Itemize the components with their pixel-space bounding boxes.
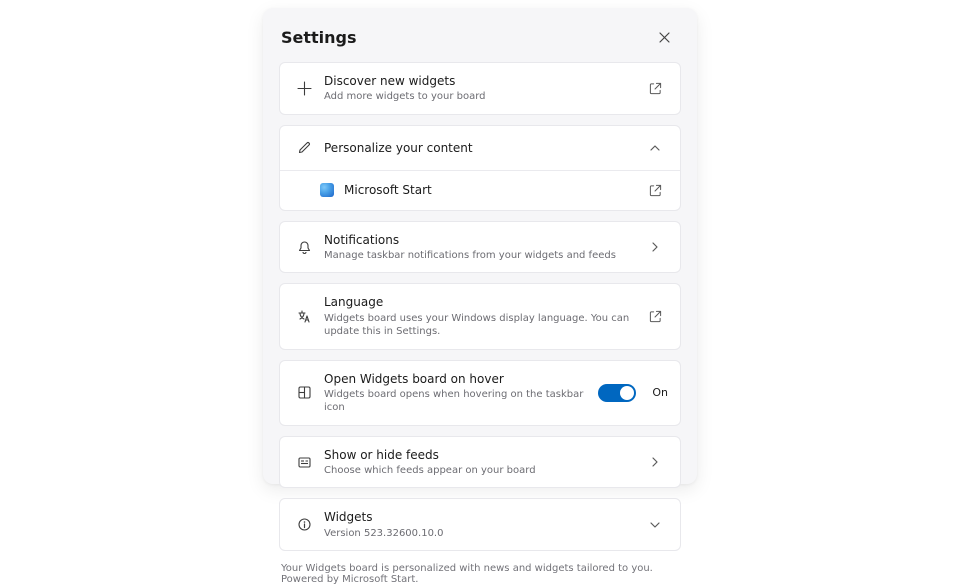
plus-icon (290, 81, 318, 96)
chevron-up-icon (642, 142, 668, 154)
bell-icon (290, 240, 318, 255)
row-personalize-header[interactable]: Personalize your content (280, 126, 680, 170)
row-text: Widgets Version 523.32600.10.0 (318, 509, 642, 540)
row-text: Personalize your content (318, 140, 642, 156)
row-title: Open Widgets board on hover (324, 371, 590, 387)
row-title: Language (324, 294, 634, 310)
row-title: Widgets (324, 509, 634, 525)
row-title: Microsoft Start (344, 182, 634, 198)
row-subtitle: Version 523.32600.10.0 (324, 527, 634, 541)
chevron-right-icon (642, 241, 668, 253)
page-title: Settings (281, 28, 357, 47)
open-external-icon (642, 310, 668, 323)
row-text: Notifications Manage taskbar notificatio… (318, 232, 642, 263)
row-text: Discover new widgets Add more widgets to… (318, 73, 642, 104)
row-subtitle: Add more widgets to your board (324, 90, 634, 104)
row-subtitle: Widgets board opens when hovering on the… (324, 388, 590, 415)
footer-note: Your Widgets board is personalized with … (279, 561, 681, 585)
row-subtitle: Manage taskbar notifications from your w… (324, 249, 634, 263)
info-icon (290, 517, 318, 532)
row-text: Show or hide feeds Choose which feeds ap… (318, 447, 642, 478)
widgets-board-icon (290, 385, 318, 400)
row-widgets-about[interactable]: Widgets Version 523.32600.10.0 (279, 498, 681, 551)
pencil-icon (290, 140, 318, 155)
open-external-icon (642, 82, 668, 95)
close-button[interactable] (649, 22, 679, 52)
row-subtitle: Choose which feeds appear on your board (324, 464, 634, 478)
row-title: Notifications (324, 232, 634, 248)
row-language[interactable]: Language Widgets board uses your Windows… (279, 283, 681, 349)
chevron-right-icon (642, 456, 668, 468)
chevron-down-icon (642, 519, 668, 531)
language-icon (290, 309, 318, 324)
row-title: Discover new widgets (324, 73, 634, 89)
row-notifications[interactable]: Notifications Manage taskbar notificatio… (279, 221, 681, 274)
row-title: Personalize your content (324, 140, 634, 156)
row-text: Microsoft Start (334, 182, 642, 198)
toggle-state-label: On (652, 386, 668, 399)
feeds-icon (290, 455, 318, 470)
row-open-on-hover: Open Widgets board on hover Widgets boar… (279, 360, 681, 426)
row-subtitle: Widgets board uses your Windows display … (324, 312, 634, 339)
row-microsoft-start[interactable]: Microsoft Start (280, 170, 680, 210)
row-text: Open Widgets board on hover Widgets boar… (318, 371, 598, 415)
row-text: Language Widgets board uses your Windows… (318, 294, 642, 338)
toggle-container: On (598, 384, 668, 402)
settings-panel: Settings Discover new widgets Add more w… (263, 8, 697, 484)
open-external-icon (642, 184, 668, 197)
close-icon (659, 32, 670, 43)
row-show-hide-feeds[interactable]: Show or hide feeds Choose which feeds ap… (279, 436, 681, 489)
title-row: Settings (279, 20, 681, 62)
row-discover-widgets[interactable]: Discover new widgets Add more widgets to… (279, 62, 681, 115)
hover-toggle[interactable] (598, 384, 636, 402)
row-personalize-content: Personalize your content Microsoft Start (279, 125, 681, 211)
microsoft-start-icon (320, 183, 334, 197)
row-title: Show or hide feeds (324, 447, 634, 463)
